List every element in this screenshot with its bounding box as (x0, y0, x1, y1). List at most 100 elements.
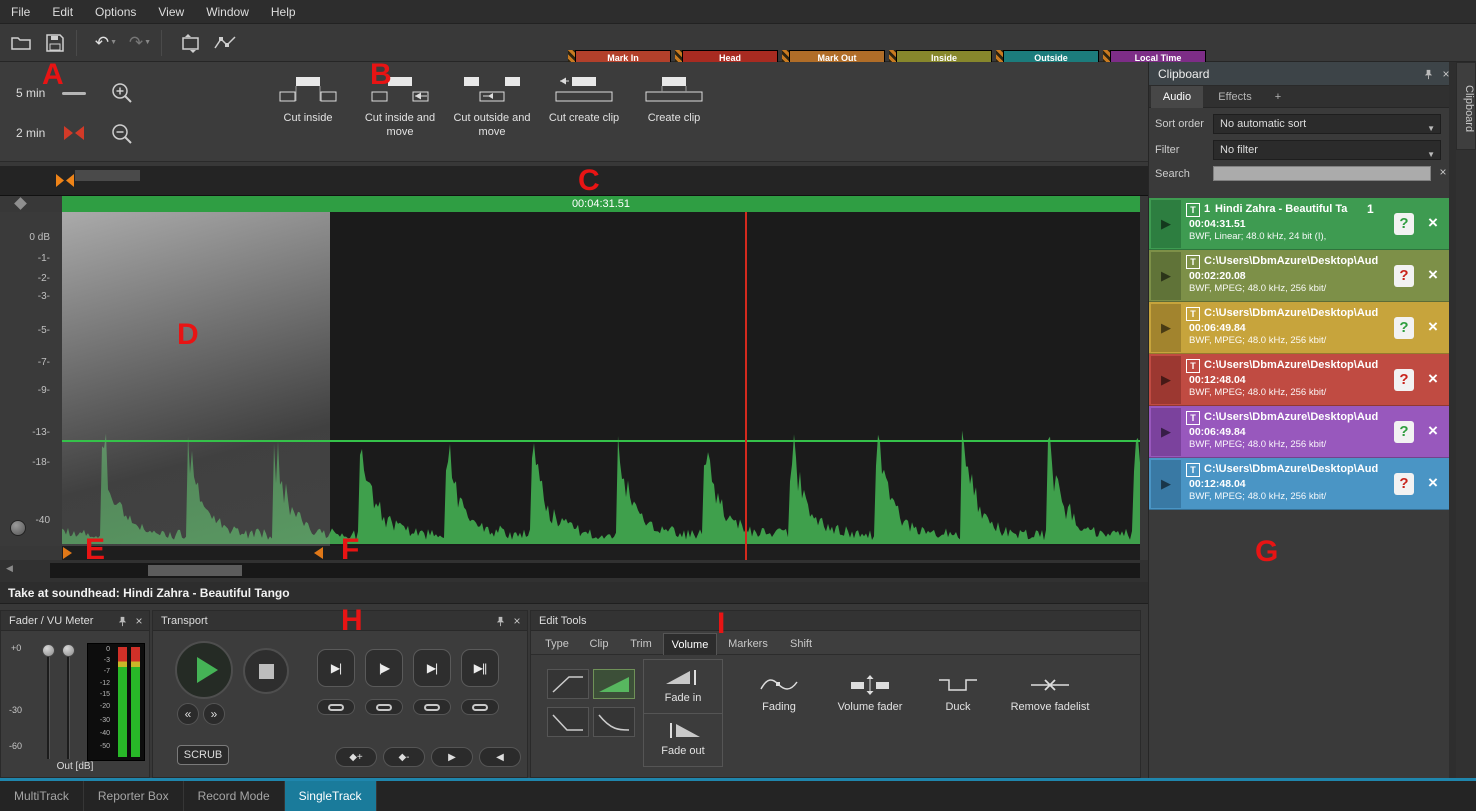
close-icon[interactable]: × (510, 614, 524, 628)
tab-audio[interactable]: Audio (1151, 86, 1203, 108)
menu-edit[interactable]: Edit (41, 0, 84, 24)
redo-button[interactable]: ↷▼ (127, 30, 153, 56)
clip-play-button[interactable]: ▶ (1151, 408, 1181, 456)
clip-close-button[interactable]: × (1423, 264, 1443, 286)
clip-play-button[interactable]: ▶ (1151, 252, 1181, 300)
visible-range-indicator[interactable] (75, 170, 140, 181)
clip-help-button[interactable]: ? (1394, 369, 1414, 391)
soundhead-marker-icon[interactable] (56, 174, 74, 187)
pin-icon[interactable] (1421, 67, 1435, 81)
zoom-preset-2min[interactable]: 2 min (16, 126, 45, 140)
add-marker-button[interactable]: ◆+ (335, 747, 377, 767)
clipboard-side-tab[interactable]: Clipboard (1456, 62, 1476, 150)
fading-button[interactable]: Fading (739, 675, 819, 714)
fader-knob-right[interactable] (62, 644, 75, 657)
mark-in-handle-icon[interactable] (63, 547, 72, 559)
menu-window[interactable]: Window (195, 0, 260, 24)
cut-create-clip-button[interactable]: Cut create clip (539, 74, 629, 156)
fade-in-button[interactable]: Fade in (644, 660, 722, 713)
tab-markers[interactable]: Markers (719, 633, 777, 655)
transfer-button[interactable] (178, 30, 204, 56)
zoom-in-button[interactable] (108, 79, 136, 107)
clip-close-button[interactable]: × (1423, 420, 1443, 442)
clear-search-icon[interactable]: × (1436, 165, 1450, 179)
clip-close-button[interactable]: × (1423, 316, 1443, 338)
zoom-selection-icon[interactable] (64, 126, 84, 140)
fade-out-curve-button[interactable] (593, 707, 635, 737)
marker-lane[interactable] (62, 546, 1140, 560)
clip-help-button[interactable]: ? (1394, 213, 1414, 235)
menu-file[interactable]: File (0, 0, 41, 24)
automation-button[interactable] (212, 30, 238, 56)
tab-singletrack[interactable]: SingleTrack (285, 781, 377, 811)
clip-row-2[interactable]: ▶ T C:\Users\DbmAzure\Desktop\Aud 00:02:… (1149, 250, 1449, 302)
next-marker-button[interactable]: ▶ (431, 747, 473, 767)
scroll-left-button[interactable]: ◀ (6, 563, 13, 574)
pin-icon[interactable] (493, 614, 507, 628)
stop-button[interactable] (243, 648, 289, 694)
filter-dropdown[interactable]: No filter▼ (1213, 140, 1441, 160)
volume-fader-button[interactable]: Volume fader (827, 675, 913, 714)
create-clip-button[interactable]: Create clip (629, 74, 719, 156)
previous-marker-button[interactable]: ◀ (479, 747, 521, 767)
cut-outside-and-move-button[interactable]: Cut outside and move (447, 74, 537, 156)
rewind-button[interactable]: « (177, 703, 199, 725)
loop-button-2[interactable] (365, 699, 403, 715)
menu-view[interactable]: View (147, 0, 195, 24)
pin-icon[interactable] (115, 614, 129, 628)
keyframe-diamond-icon[interactable] (14, 197, 27, 210)
add-tab-button[interactable]: + (1267, 86, 1289, 108)
tab-trim[interactable]: Trim (621, 633, 661, 655)
fader-track-right[interactable] (67, 649, 70, 759)
clip-play-button[interactable]: ▶ (1151, 200, 1181, 248)
search-input[interactable] (1213, 166, 1431, 181)
clip-close-button[interactable]: × (1423, 212, 1443, 234)
open-button[interactable] (8, 30, 34, 56)
tab-multitrack[interactable]: MultiTrack (0, 781, 84, 811)
duck-button[interactable]: Duck (923, 675, 993, 714)
selection-region[interactable] (62, 212, 330, 546)
clip-play-button[interactable]: ▶ (1151, 460, 1181, 508)
fade-out-linear-button[interactable] (547, 707, 589, 737)
remove-marker-button[interactable]: ◆- (383, 747, 425, 767)
zoom-out-button[interactable] (108, 120, 136, 148)
play-from-mark-button[interactable]: |▶ (365, 649, 403, 687)
close-icon[interactable]: × (132, 614, 146, 628)
clip-row-1[interactable]: ▶ T 1 Hindi Zahra - Beautiful Ta 1 00:04… (1149, 198, 1449, 250)
fade-in-linear-button[interactable] (547, 669, 589, 699)
undo-dropdown-icon[interactable]: ▼ (110, 39, 117, 46)
tab-shift[interactable]: Shift (779, 633, 823, 655)
horizontal-scrollbar[interactable] (50, 563, 1140, 578)
take-overview-bar[interactable]: 00:04:31.51 (62, 196, 1140, 212)
level-knob[interactable] (10, 520, 26, 536)
fade-out-button[interactable]: Fade out (644, 713, 722, 766)
clip-row-3[interactable]: ▶ T C:\Users\DbmAzure\Desktop\Aud 00:06:… (1149, 302, 1449, 354)
play-selection-button[interactable]: ▶| (413, 649, 451, 687)
redo-dropdown-icon[interactable]: ▼ (144, 39, 151, 46)
volume-envelope-line[interactable] (62, 440, 1140, 442)
tab-volume[interactable]: Volume (663, 633, 717, 655)
timeline-ruler[interactable] (0, 166, 1148, 196)
clip-row-6[interactable]: ▶ T C:\Users\DbmAzure\Desktop\Aud 00:12:… (1149, 458, 1449, 510)
loop-button-1[interactable] (317, 699, 355, 715)
mark-out-handle-icon[interactable] (314, 547, 323, 559)
tab-record-mode[interactable]: Record Mode (184, 781, 285, 811)
clip-play-button[interactable]: ▶ (1151, 304, 1181, 352)
cut-inside-button[interactable]: Cut inside (263, 74, 353, 156)
play-around-button[interactable]: ▶|| (461, 649, 499, 687)
tab-type[interactable]: Type (537, 633, 577, 655)
playhead[interactable] (745, 212, 747, 560)
forward-button[interactable]: » (203, 703, 225, 725)
sort-order-dropdown[interactable]: No automatic sort▼ (1213, 114, 1441, 134)
scrub-button[interactable]: SCRUB (177, 745, 229, 765)
menu-help[interactable]: Help (260, 0, 307, 24)
tab-clip[interactable]: Clip (579, 633, 619, 655)
tab-effects[interactable]: Effects (1205, 86, 1265, 108)
clip-help-button[interactable]: ? (1394, 421, 1414, 443)
fader-track-left[interactable] (47, 649, 50, 759)
clip-row-4[interactable]: ▶ T C:\Users\DbmAzure\Desktop\Aud 00:12:… (1149, 354, 1449, 406)
cut-inside-and-move-button[interactable]: Cut inside and move (355, 74, 445, 156)
waveform-view[interactable] (62, 212, 1140, 546)
loop-button-3[interactable] (413, 699, 451, 715)
zoom-preset-5min[interactable]: 5 min (16, 86, 45, 100)
